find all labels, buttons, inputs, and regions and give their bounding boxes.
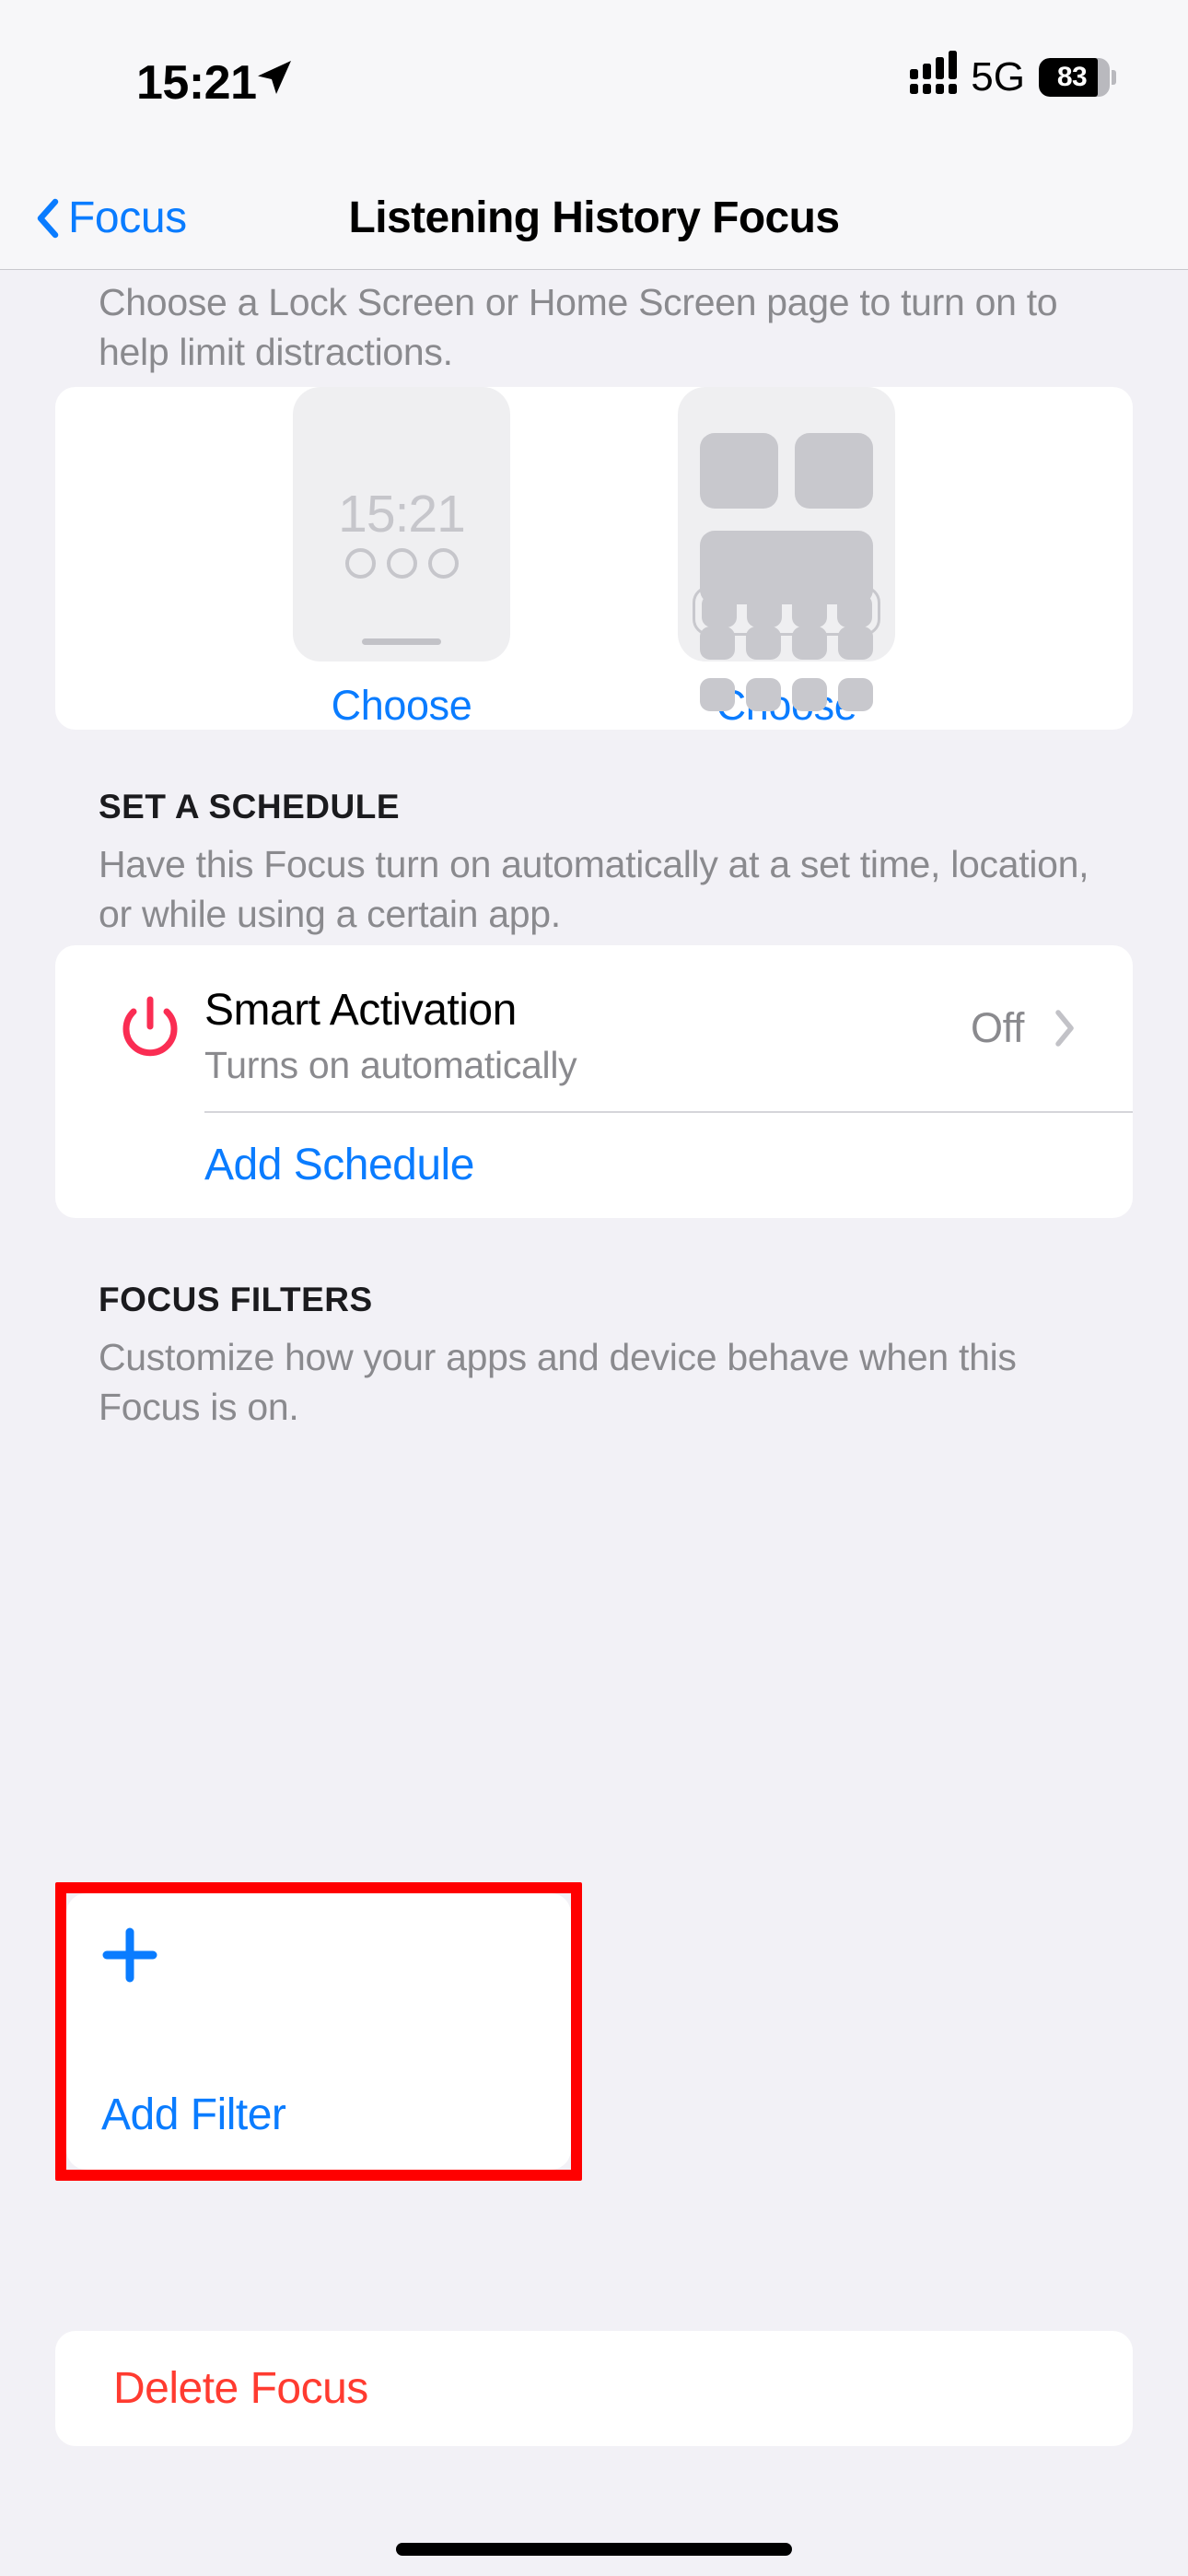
add-filter-label: Add Filter <box>101 2090 286 2139</box>
choose-lock-screen-button[interactable]: Choose <box>332 682 472 730</box>
status-bar: 15:21 5G 83 <box>0 0 1188 166</box>
delete-focus-label: Delete Focus <box>113 2364 368 2413</box>
lock-preview-dots <box>293 548 510 579</box>
lock-screen-preview-column: 15:21 Choose <box>254 387 549 730</box>
lock-preview-time: 15:21 <box>338 485 466 544</box>
add-schedule-label: Add Schedule <box>204 1140 474 1189</box>
location-arrow-icon <box>253 57 294 98</box>
settings-content: Choose a Lock Screen or Home Screen page… <box>0 270 1188 2576</box>
home-screen-preview-column: Choose <box>639 387 934 730</box>
add-schedule-row[interactable]: Add Schedule <box>55 1111 1133 1218</box>
focus-filters-header: FOCUS FILTERS <box>99 1281 373 1318</box>
screen-page-description: Choose a Lock Screen or Home Screen page… <box>99 281 1058 373</box>
add-filter-card[interactable]: Add Filter <box>66 1893 571 2170</box>
home-preview-grid <box>700 433 873 730</box>
status-bar-time: 15:21 <box>136 56 257 110</box>
network-type-label: 5G <box>971 54 1025 100</box>
smart-activation-value: Off <box>971 1004 1024 1051</box>
smart-activation-texts: Smart Activation Turns on automatically <box>204 984 577 1089</box>
smart-activation-title: Smart Activation <box>204 986 517 1035</box>
chevron-right-icon <box>1054 945 1076 1111</box>
schedule-card: Smart Activation Turns on automatically … <box>55 945 1133 1218</box>
navigation-bar: Focus Listening History Focus <box>0 166 1188 270</box>
set-a-schedule-header: SET A SCHEDULE <box>99 788 401 825</box>
battery-percent-label: 83 <box>1056 62 1088 92</box>
home-preview-dock <box>693 586 880 636</box>
delete-focus-card[interactable]: Delete Focus <box>55 2331 1133 2446</box>
screen-preview-card: 15:21 Choose Choose <box>55 387 1133 730</box>
battery-icon: 83 <box>1039 58 1116 97</box>
power-icon <box>113 991 187 1065</box>
focus-filters-description: Customize how your apps and device behav… <box>99 1336 1017 1428</box>
status-bar-indicators: 5G 83 <box>910 51 1116 100</box>
set-a-schedule-description: Have this Focus turn on automatically at… <box>99 843 1089 935</box>
lock-preview-home-indicator <box>362 638 441 645</box>
lock-screen-preview[interactable]: 15:21 <box>293 387 510 662</box>
settings-focus-detail-screen: 15:21 5G 83 Focus Listening History Focu… <box>0 0 1188 2576</box>
home-indicator <box>396 2543 792 2556</box>
smart-activation-row[interactable]: Smart Activation Turns on automatically … <box>55 945 1133 1111</box>
plus-icon <box>101 1926 158 1984</box>
smart-activation-subtitle: Turns on automatically <box>204 1044 577 1086</box>
home-screen-preview[interactable] <box>678 387 895 711</box>
cellular-signal-icon <box>910 51 958 94</box>
page-title: Listening History Focus <box>348 193 841 242</box>
